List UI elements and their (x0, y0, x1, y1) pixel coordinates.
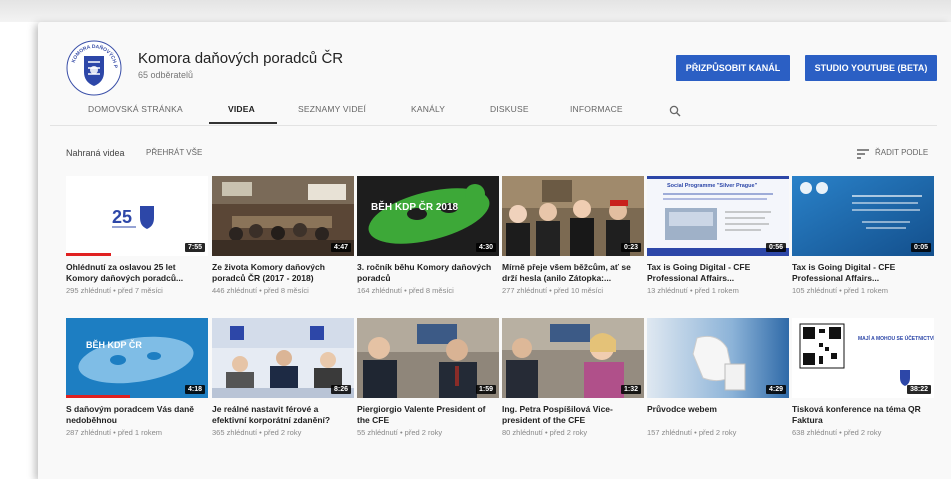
background-band (0, 0, 951, 22)
video-meta: 287 zhlédnutí • před 1 rokem (66, 428, 163, 437)
subscriber-count: 65 odběratelů (138, 70, 194, 80)
video-meta: 295 zhlédnutí • před 7 měsíci (66, 286, 163, 295)
video-meta: 365 zhlédnutí • před 2 roky (212, 428, 302, 437)
channel-title: Komora daňových poradců ČR (138, 50, 344, 67)
video-meta: 164 zhlédnutí • před 8 měsíci (357, 286, 454, 295)
search-icon[interactable] (669, 104, 681, 117)
video-title[interactable]: Ohlédnutí za oslavou 25 let Komory daňov… (66, 262, 208, 283)
video-duration: 4:47 (330, 243, 351, 252)
tab-discussion[interactable]: DISKUSE (490, 104, 529, 114)
video-meta: 157 zhlédnutí • před 2 roky (647, 428, 737, 437)
video-duration: 0:56 (765, 243, 786, 252)
tab-channels[interactable]: KANÁLY (411, 104, 445, 114)
section-uploads-label[interactable]: Nahraná videa (66, 148, 125, 158)
video-meta: 277 zhlédnutí • před 10 měsíci (502, 286, 604, 295)
video-title[interactable]: Mírně přeje všem běžcům, ať se drží hesl… (502, 262, 644, 283)
channel-logo-icon: KOMORA DAŇOVÝCH PORADCŮ (64, 34, 122, 96)
video-thumbnail[interactable]: 0:23 (502, 176, 644, 256)
tab-home[interactable]: DOMOVSKÁ STRÁNKA (88, 104, 183, 114)
thumb-text: Social Programme "Silver Prague" (667, 183, 758, 189)
video-title[interactable]: Tax is Going Digital - CFE Professional … (647, 262, 789, 283)
video-title[interactable]: Ze života Komory daňových poradců ČR (20… (212, 262, 354, 283)
youtube-studio-button[interactable]: STUDIO YOUTUBE (BETA) (805, 55, 937, 81)
video-duration: 38:22 (907, 385, 931, 394)
channel-tabs: DOMOVSKÁ STRÁNKA VIDEA SEZNAMY VIDEÍ KAN… (0, 104, 951, 126)
video-duration: 0:05 (910, 243, 931, 252)
video-duration: 0:23 (620, 243, 641, 252)
video-title[interactable]: Průvodce webem (647, 404, 789, 415)
video-meta: 638 zhlédnutí • před 2 roky (792, 428, 882, 437)
video-duration: 4:18 (184, 385, 205, 394)
video-title[interactable]: Piergiorgio Valente President of the CFE (357, 404, 499, 425)
customize-channel-button[interactable]: PŘIZPŮSOBIT KANÁL (676, 55, 790, 81)
video-meta: 105 zhlédnutí • před 1 rokem (792, 286, 889, 295)
active-tab-indicator (209, 122, 277, 124)
channel-avatar[interactable]: KOMORA DAŇOVÝCH PORADCŮ (64, 34, 122, 96)
watch-progress-bar (66, 395, 130, 398)
video-duration: 8:26 (330, 385, 351, 394)
thumb-text: MAJÍ A MOHOU SE ÚČETNICTVÍ ZA ROK 2017? (858, 334, 934, 342)
video-thumbnail[interactable]: 1:32 (502, 318, 644, 398)
video-thumbnail[interactable]: Social Programme "Silver Prague" 0:56 (647, 176, 789, 256)
video-title[interactable]: Ing. Petra Pospíšilová Vice-president of… (502, 404, 644, 425)
tabs-divider (50, 125, 937, 126)
tab-videos[interactable]: VIDEA (228, 104, 255, 114)
video-title[interactable]: Tisková konference na téma QR Faktura (792, 404, 934, 425)
video-thumbnail[interactable]: BĚH KDP ČR 4:18 (66, 318, 208, 398)
video-thumbnail[interactable]: 4:47 (212, 176, 354, 256)
play-all-button[interactable]: PŘEHRÁT VŠE (146, 148, 202, 157)
video-meta: 55 zhlédnutí • před 2 roky (357, 428, 443, 437)
video-meta: 80 zhlédnutí • před 2 roky (502, 428, 588, 437)
sort-icon[interactable] (857, 146, 869, 159)
video-meta: 446 zhlédnutí • před 8 měsíci (212, 286, 309, 295)
thumb-text: BĚH KDP ČR (86, 339, 142, 350)
video-title[interactable]: S daňovým poradcem Vás daně nedoběhnou (66, 404, 208, 425)
video-thumbnail[interactable]: BĚH KDP ČR 2018 4:30 (357, 176, 499, 256)
video-title[interactable]: Tax is Going Digital - CFE Professional … (792, 262, 934, 283)
thumb-text: 25 (112, 207, 132, 227)
watch-progress-bar (66, 253, 112, 256)
video-thumbnail[interactable]: 4:29 (647, 318, 789, 398)
tab-about[interactable]: INFORMACE (570, 104, 623, 114)
video-thumbnail[interactable]: MAJÍ A MOHOU SE ÚČETNICTVÍ ZA ROK 2017? … (792, 318, 934, 398)
screenshot-stage: KOMORA DAŇOVÝCH PORADCŮ Komora daňových … (0, 0, 951, 479)
video-duration: 1:59 (475, 385, 496, 394)
tab-playlists[interactable]: SEZNAMY VIDEÍ (298, 104, 366, 114)
video-thumbnail[interactable]: 0:05 (792, 176, 934, 256)
video-duration: 7:55 (184, 243, 205, 252)
video-duration: 4:29 (765, 385, 786, 394)
video-thumbnail[interactable]: 8:26 (212, 318, 354, 398)
video-title[interactable]: 3. ročník běhu Komory daňových poradců (357, 262, 499, 283)
video-duration: 1:32 (620, 385, 641, 394)
thumb-text: BĚH KDP ČR 2018 (371, 200, 459, 213)
video-meta: 13 zhlédnutí • před 1 rokem (647, 286, 739, 295)
sort-by-button[interactable]: ŘADIT PODLE (875, 148, 928, 157)
video-title[interactable]: Je reálné nastavit férové a efektivní ko… (212, 404, 354, 425)
video-thumbnail[interactable]: 1:59 (357, 318, 499, 398)
video-thumbnail[interactable]: 25 7:55 (66, 176, 208, 256)
video-duration: 4:30 (475, 243, 496, 252)
